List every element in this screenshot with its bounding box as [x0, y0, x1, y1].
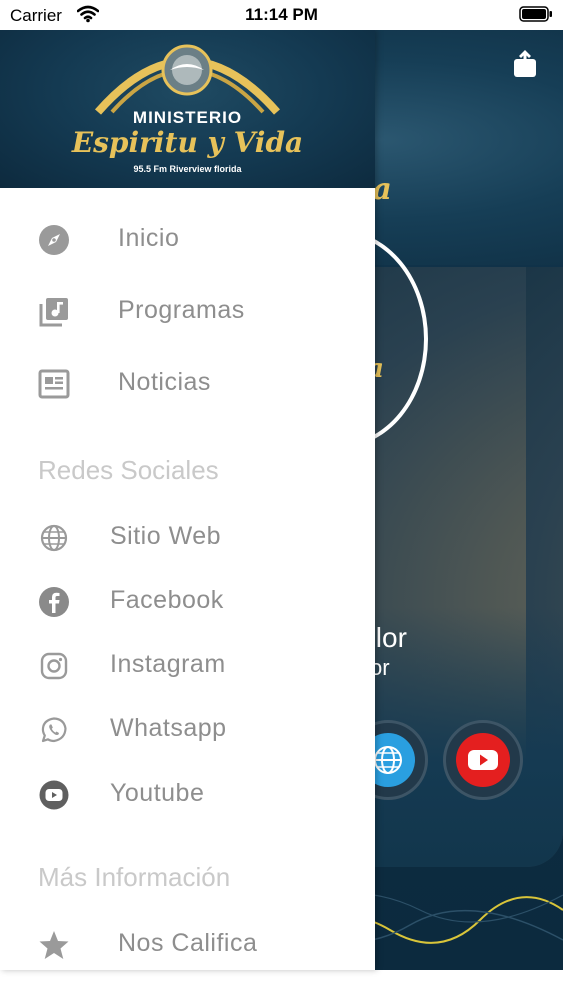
- menu-item-whatsapp[interactable]: Whatsapp: [0, 698, 375, 758]
- youtube-icon: [38, 779, 70, 811]
- globe-icon: [38, 522, 70, 554]
- menu-item-label: Whatsapp: [110, 714, 227, 742]
- star-icon: [38, 929, 70, 961]
- music-library-icon: [38, 296, 70, 328]
- logo-script: Espiritu y Vida: [71, 126, 304, 159]
- menu-item-label: Youtube: [110, 779, 205, 807]
- menu-item-label: Nos Califica: [118, 929, 258, 957]
- side-drawer: MINISTERIO Espiritu y Vida 95.5 Fm River…: [0, 30, 375, 970]
- menu-item-facebook[interactable]: Facebook: [0, 570, 375, 630]
- clock: 11:14 PM: [245, 5, 318, 24]
- menu-item-label: Inicio: [118, 224, 180, 252]
- section-title-info: Más Información: [38, 862, 231, 892]
- menu-item-inicio[interactable]: Inicio: [0, 208, 375, 268]
- menu-item-label: Noticias: [118, 368, 211, 396]
- menu-item-programas[interactable]: Programas: [0, 280, 375, 340]
- menu-item-label: Instagram: [110, 650, 226, 678]
- menu-item-nos-califica[interactable]: Nos Califica: [0, 913, 375, 973]
- compass-icon: [38, 224, 70, 256]
- logo-title: MINISTERIO: [132, 108, 243, 127]
- menu-item-instagram[interactable]: Instagram: [0, 634, 375, 694]
- section-title-social: Redes Sociales: [38, 455, 219, 485]
- menu-item-label: Programas: [118, 296, 245, 324]
- menu-item-youtube[interactable]: Youtube: [0, 763, 375, 823]
- menu-item-noticias[interactable]: Noticias: [0, 352, 375, 412]
- menu-item-sitio-web[interactable]: Sitio Web: [0, 506, 375, 566]
- battery-icon: [519, 6, 553, 27]
- newspaper-icon: [38, 368, 70, 400]
- youtube-button[interactable]: [443, 720, 523, 800]
- youtube-icon: [456, 733, 510, 787]
- instagram-icon: [38, 650, 70, 682]
- status-bar: Carrier 11:14 PM: [0, 0, 563, 30]
- whatsapp-icon: [38, 714, 70, 746]
- facebook-icon: [38, 586, 70, 618]
- menu-item-label: Sitio Web: [110, 522, 222, 550]
- menu-item-label: Facebook: [110, 586, 224, 614]
- home-indicator-area: [0, 970, 563, 1000]
- logo-subtitle: 95.5 Fm Riverview florida: [133, 164, 242, 174]
- drawer-header: MINISTERIO Espiritu y Vida 95.5 Fm River…: [0, 30, 375, 188]
- share-icon[interactable]: [513, 50, 537, 83]
